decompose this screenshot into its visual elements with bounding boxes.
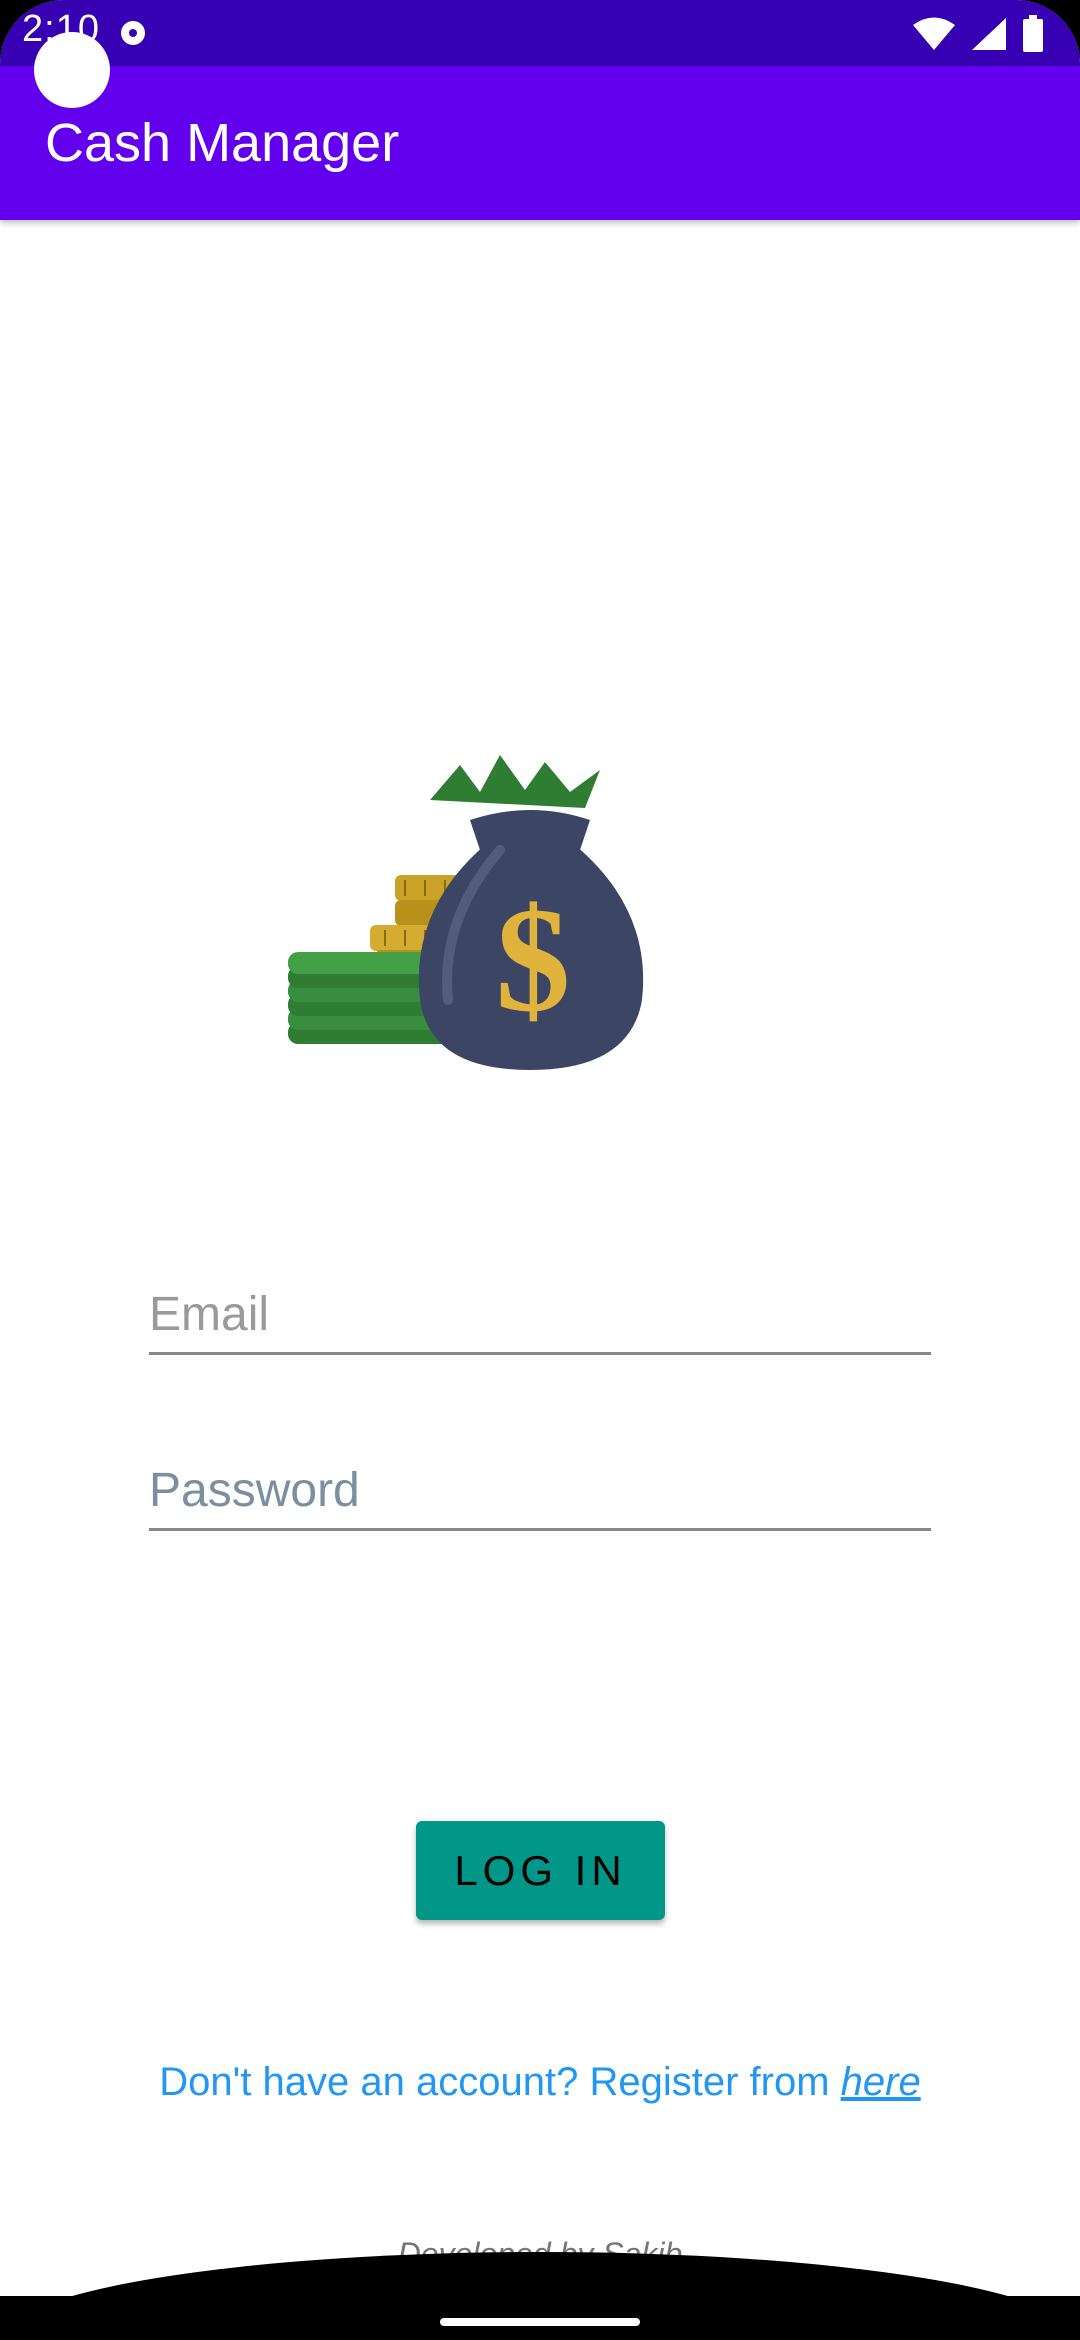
wifi-icon [913, 17, 955, 50]
app-bar: Cash Manager [0, 66, 1080, 220]
app-title: Cash Manager [45, 113, 400, 173]
signal-icon [972, 18, 1006, 50]
login-screen: 2:10 Cash Manager $ Email LOG IN Don't h… [0, 0, 1080, 2340]
email-field[interactable] [149, 1262, 931, 1355]
register-prompt-text: Don't have an account? Register from [159, 2060, 841, 2104]
register-prompt: Don't have an account? Register from her… [0, 2060, 1080, 2105]
status-icons [912, 14, 1044, 54]
money-bag-icon: $ [288, 755, 644, 1070]
notification-icon [121, 21, 145, 45]
battery-icon [1023, 15, 1043, 52]
status-bar: 2:10 [0, 0, 1080, 66]
svg-text:$: $ [496, 877, 571, 1043]
login-button[interactable]: LOG IN [416, 1821, 665, 1920]
home-handle[interactable] [440, 2318, 640, 2326]
password-field[interactable] [149, 1438, 931, 1531]
email-input[interactable] [149, 1287, 931, 1342]
camera-cutout [34, 32, 110, 108]
register-link[interactable]: here [841, 2060, 921, 2104]
password-input[interactable] [149, 1463, 931, 1518]
money-bag-body-icon: $ [418, 755, 644, 1070]
